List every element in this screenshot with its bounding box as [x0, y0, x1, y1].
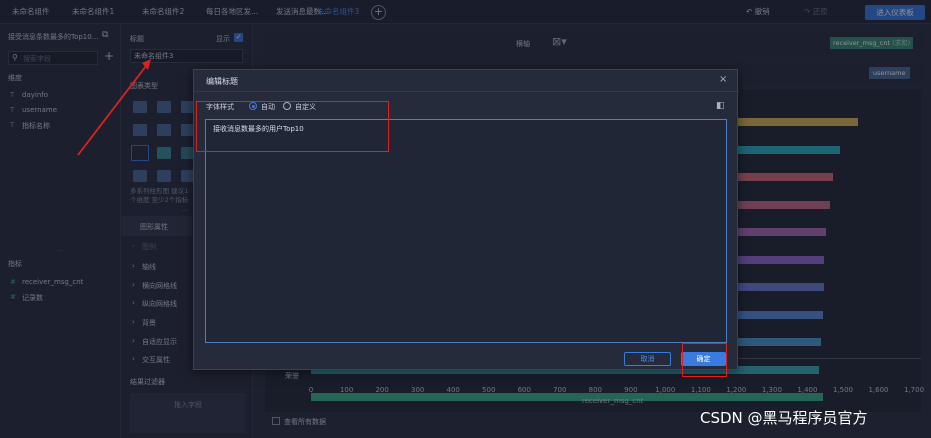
watermark: CSDN @黑马程序员官方	[700, 409, 868, 427]
annotation-arrow	[77, 59, 151, 156]
